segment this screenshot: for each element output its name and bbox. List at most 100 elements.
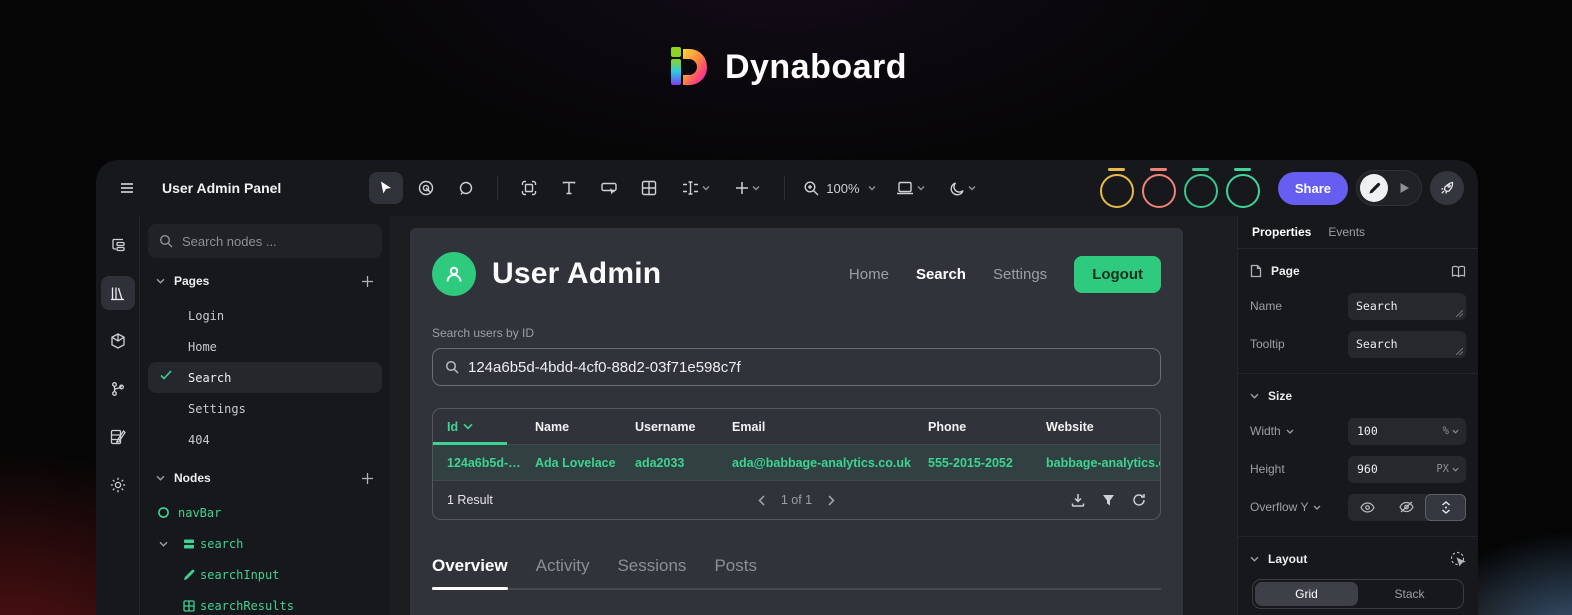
theme-toggle-button[interactable] xyxy=(940,172,986,204)
table-row[interactable]: 124a6b5d-… Ada Lovelace ada2033 ada@babb… xyxy=(433,445,1160,481)
table-actions xyxy=(1071,493,1146,507)
column-header-id[interactable]: Id xyxy=(433,420,521,434)
tab-posts[interactable]: Posts xyxy=(714,556,757,588)
components-panel-button[interactable] xyxy=(101,324,135,358)
tab-activity[interactable]: Activity xyxy=(536,556,590,588)
chevron-down-icon[interactable] xyxy=(1250,393,1259,399)
pencil-node-icon xyxy=(178,569,200,581)
node-item-navbar[interactable]: navBar xyxy=(148,497,382,528)
collaborator-avatar[interactable] xyxy=(1225,168,1260,208)
nodes-section-header[interactable]: Nodes xyxy=(148,459,382,497)
canvas-area: User Admin Home Search Settings Logout S… xyxy=(390,216,1237,615)
edit-mode-button[interactable] xyxy=(1360,174,1388,202)
chevron-down-icon[interactable] xyxy=(1250,556,1259,562)
grid-mode-button[interactable]: Grid xyxy=(1255,582,1358,606)
add-node-button[interactable] xyxy=(361,472,374,485)
node-item-searchinput[interactable]: searchInput xyxy=(148,559,382,590)
stack-mode-button[interactable]: Stack xyxy=(1358,582,1461,606)
search-icon xyxy=(445,360,459,374)
columns-field-row: Columns 12 COL xyxy=(1250,611,1466,615)
pages-section-header[interactable]: Pages xyxy=(148,262,382,300)
collaborator-avatar[interactable] xyxy=(1099,168,1134,208)
nav-link-settings[interactable]: Settings xyxy=(993,266,1047,283)
download-button[interactable] xyxy=(1071,493,1085,507)
column-header-website[interactable]: Website xyxy=(1032,420,1160,434)
layout-section: Layout Grid Stack Columns 12 xyxy=(1238,537,1478,615)
height-input[interactable]: 960 PX xyxy=(1348,455,1466,483)
nav-link-search[interactable]: Search xyxy=(916,266,966,283)
next-page-button[interactable] xyxy=(828,494,835,506)
tab-overview[interactable]: Overview xyxy=(432,556,508,590)
prev-page-button[interactable] xyxy=(758,494,765,506)
collaborator-avatar[interactable] xyxy=(1141,168,1176,208)
size-section: Size Width 100 % Height 960 PX Overflow … xyxy=(1238,374,1478,537)
page-item-404[interactable]: 404 xyxy=(148,424,382,455)
overflow-visible-option[interactable] xyxy=(1348,494,1387,521)
name-input[interactable]: Search xyxy=(1348,292,1466,320)
chevron-down-icon xyxy=(1452,467,1459,472)
frame-tool-button[interactable] xyxy=(512,172,546,204)
refresh-button[interactable] xyxy=(1132,493,1146,507)
chevron-down-icon xyxy=(1286,429,1294,434)
column-header-username[interactable]: Username xyxy=(621,420,718,434)
node-item-search[interactable]: search xyxy=(148,528,382,559)
logout-button[interactable]: Logout xyxy=(1074,255,1161,293)
chevron-down-icon xyxy=(752,185,760,191)
tab-properties[interactable]: Properties xyxy=(1252,225,1311,239)
chevron-down-icon xyxy=(156,278,165,284)
outline-tree-button[interactable] xyxy=(101,228,135,262)
filter-button[interactable] xyxy=(1102,494,1115,507)
overflow-hidden-option[interactable] xyxy=(1387,494,1426,521)
tab-sessions[interactable]: Sessions xyxy=(617,556,686,588)
node-item-searchresults[interactable]: searchResults xyxy=(148,590,382,615)
docs-book-icon[interactable] xyxy=(1451,265,1466,278)
button-tool-button[interactable] xyxy=(592,172,626,204)
presence-indicator xyxy=(1192,168,1210,171)
page-item-settings[interactable]: Settings xyxy=(148,393,382,424)
chevron-down-icon xyxy=(968,185,976,191)
deploy-button[interactable] xyxy=(1430,171,1464,205)
nav-link-home[interactable]: Home xyxy=(849,266,889,283)
data-panel-button[interactable] xyxy=(101,372,135,406)
page-item-login[interactable]: Login xyxy=(148,300,382,331)
pages-panel-button[interactable] xyxy=(100,276,135,310)
page-item-home[interactable]: Home xyxy=(148,331,382,362)
share-button[interactable]: Share xyxy=(1277,171,1348,205)
interact-tool-button[interactable] xyxy=(409,172,443,204)
text-tool-button[interactable] xyxy=(552,172,586,204)
user-id-search-input[interactable]: 124a6b5d-4bdd-4cf0-88d2-03f71e598c7f xyxy=(432,348,1161,386)
zoom-control[interactable]: 100% xyxy=(799,180,879,197)
play-mode-button[interactable] xyxy=(1390,174,1418,202)
settings-button[interactable] xyxy=(101,468,135,502)
select-element-icon[interactable] xyxy=(1450,551,1466,567)
properties-panel: Properties Events Page Name Search Toolt… xyxy=(1237,216,1478,615)
hamburger-menu-button[interactable] xyxy=(110,172,144,204)
comment-tool-button[interactable] xyxy=(449,172,483,204)
overflow-scroll-option[interactable] xyxy=(1425,493,1467,521)
pagination: 1 of 1 xyxy=(433,493,1160,507)
device-preview-button[interactable] xyxy=(886,172,934,204)
chevron-down-icon xyxy=(1452,429,1459,434)
select-tool-button[interactable] xyxy=(369,172,404,204)
column-header-email[interactable]: Email xyxy=(718,420,914,434)
preview-nav: Home Search Settings Logout xyxy=(849,255,1161,293)
design-panel-button[interactable] xyxy=(101,420,135,454)
nodes-section-title: Nodes xyxy=(174,471,211,485)
properties-panel-tabs: Properties Events xyxy=(1238,216,1478,249)
width-input[interactable]: 100 % xyxy=(1348,417,1466,445)
pages-section-title: Pages xyxy=(174,274,210,288)
search-nodes-placeholder: Search nodes ... xyxy=(182,233,277,249)
input-tool-button[interactable] xyxy=(672,172,718,204)
table-tool-button[interactable] xyxy=(632,172,666,204)
tooltip-input[interactable]: Search xyxy=(1348,330,1466,358)
tab-events[interactable]: Events xyxy=(1328,225,1365,239)
page-item-search[interactable]: Search xyxy=(148,362,382,393)
add-page-button[interactable] xyxy=(361,275,374,288)
presence-indicator xyxy=(1234,168,1252,171)
add-node-button[interactable] xyxy=(724,172,770,204)
collaborator-avatar[interactable] xyxy=(1183,168,1218,208)
column-header-name[interactable]: Name xyxy=(521,420,621,434)
search-nodes-input[interactable]: Search nodes ... xyxy=(148,224,382,258)
nodes-sidebar: Search nodes ... Pages Login Home Search xyxy=(140,216,390,615)
column-header-phone[interactable]: Phone xyxy=(914,420,1032,434)
